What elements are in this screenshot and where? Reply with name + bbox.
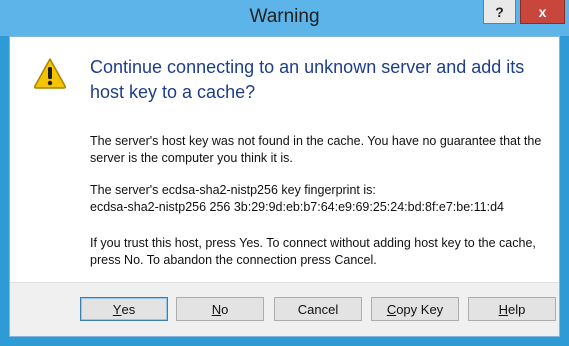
warning-icon (33, 58, 67, 89)
message-fingerprint: The server's ecdsa-sha2-nistp256 key fin… (90, 182, 555, 216)
help-label: elp (508, 301, 526, 317)
fingerprint-label: The server's ecdsa-sha2-nistp256 key fin… (90, 183, 376, 197)
yes-label: es (121, 301, 136, 317)
warning-dialog: Warning ? x Continue connecting to an un… (0, 0, 569, 346)
yes-mnemonic: Y (112, 301, 122, 317)
copy-key-mnemonic: C (386, 301, 397, 317)
no-button[interactable]: No (176, 297, 264, 321)
cancel-button[interactable]: Cancel (274, 297, 362, 321)
help-button[interactable]: Help (468, 297, 556, 321)
dialog-content: Continue connecting to an unknown server… (9, 36, 560, 337)
copy-key-button[interactable]: Copy Key (371, 297, 459, 321)
fingerprint-value: ecdsa-sha2-nistp256 256 3b:29:9d:eb:b7:6… (90, 200, 504, 214)
help-mnemonic: H (498, 301, 509, 317)
cancel-label: Cancel (297, 301, 339, 317)
title-help-button[interactable]: ? (483, 0, 516, 24)
no-label: o (221, 301, 229, 317)
message-headline: Continue connecting to an unknown server… (90, 57, 525, 102)
no-mnemonic: N (211, 301, 222, 317)
yes-button[interactable]: Yes (80, 297, 168, 321)
copy-key-label: opy Key (396, 301, 444, 317)
message-host-key-not-found: The server's host key was not found in t… (90, 134, 542, 165)
button-bar: Yes No Cancel Copy Key Help (10, 282, 559, 336)
title-bar[interactable]: Warning ? x (0, 0, 569, 36)
message-instructions: If you trust this host, press Yes. To co… (90, 236, 536, 267)
title-close-button[interactable]: x (520, 0, 565, 24)
